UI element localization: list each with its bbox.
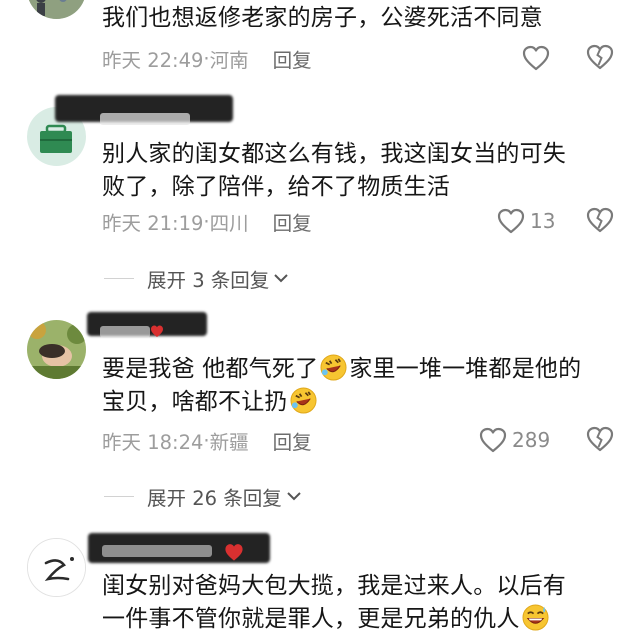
comment-location: 新疆 (209, 430, 249, 454)
grinning-sweat-emoji-icon (522, 604, 549, 631)
comment-text: 闺女别对爸妈大包大揽，我是过来人。以后有 一件事不管你就是罪人，更是兄弟的仇人 (102, 573, 566, 632)
avatar[interactable] (27, 0, 86, 19)
expand-replies-button[interactable]: 展开 26 条回复 (104, 481, 303, 511)
comment-text: 别人家的闺女都这么有钱，我这闺女当的可失 败了，除了陪伴，给不了物质生活 (102, 141, 566, 200)
badge-icon (224, 542, 244, 562)
like-button[interactable] (522, 43, 550, 73)
username-fragment (102, 545, 212, 557)
expand-replies-button[interactable]: 展开 3 条回复 (104, 263, 290, 293)
like-button[interactable]: 289 (479, 425, 550, 455)
broken-heart-icon (586, 426, 614, 452)
reply-button[interactable]: 回复 (273, 426, 312, 455)
reply-button[interactable]: 回复 (273, 44, 312, 73)
comment-meta: 昨天 18:24 · 新疆 回复 (102, 425, 312, 455)
chevron-down-icon (274, 274, 289, 283)
heart-outline-icon (497, 208, 525, 234)
comment-location: 四川 (209, 211, 249, 235)
comment-meta: 昨天 21:19 · 四川 回复 (102, 206, 312, 236)
dislike-button[interactable] (585, 43, 615, 73)
comment-meta: 昨天 22:49 · 河南 回复 (102, 43, 312, 73)
avatar[interactable] (27, 320, 86, 379)
comment-text: 要是我爸 他都气死了 家里一堆一堆都是他的 宝贝，啥都不让扔 (102, 354, 582, 415)
reply-button[interactable]: 回复 (273, 207, 312, 236)
like-button[interactable]: 13 (497, 206, 555, 236)
rolling-laughing-emoji-icon (290, 387, 317, 414)
expand-label: 展开 26 条回复 (147, 486, 282, 510)
badge-icon (150, 323, 164, 337)
dislike-button[interactable] (585, 206, 615, 236)
expand-label: 展开 3 条回复 (147, 268, 270, 292)
heart-outline-icon (522, 45, 550, 71)
username-fragment (100, 113, 190, 125)
divider-line (104, 495, 134, 497)
comment-time: 昨天 18:24 (102, 430, 204, 454)
broken-heart-icon (586, 44, 614, 70)
chevron-down-icon (287, 492, 301, 501)
avatar[interactable] (27, 538, 86, 597)
divider-line (104, 277, 134, 279)
comment-location: 河南 (209, 48, 249, 72)
dislike-button[interactable] (585, 425, 615, 455)
username-fragment (100, 326, 150, 338)
broken-heart-icon (586, 207, 614, 233)
comment-text: 我们也想返修老家的房子，公婆死活不同意 (102, 5, 543, 31)
rolling-laughing-emoji-icon (320, 354, 347, 381)
like-count: 289 (512, 428, 551, 452)
like-count: 13 (530, 209, 556, 233)
heart-outline-icon (479, 427, 507, 453)
comment-time: 昨天 21:19 (102, 211, 204, 235)
comment-time: 昨天 22:49 (102, 48, 204, 72)
